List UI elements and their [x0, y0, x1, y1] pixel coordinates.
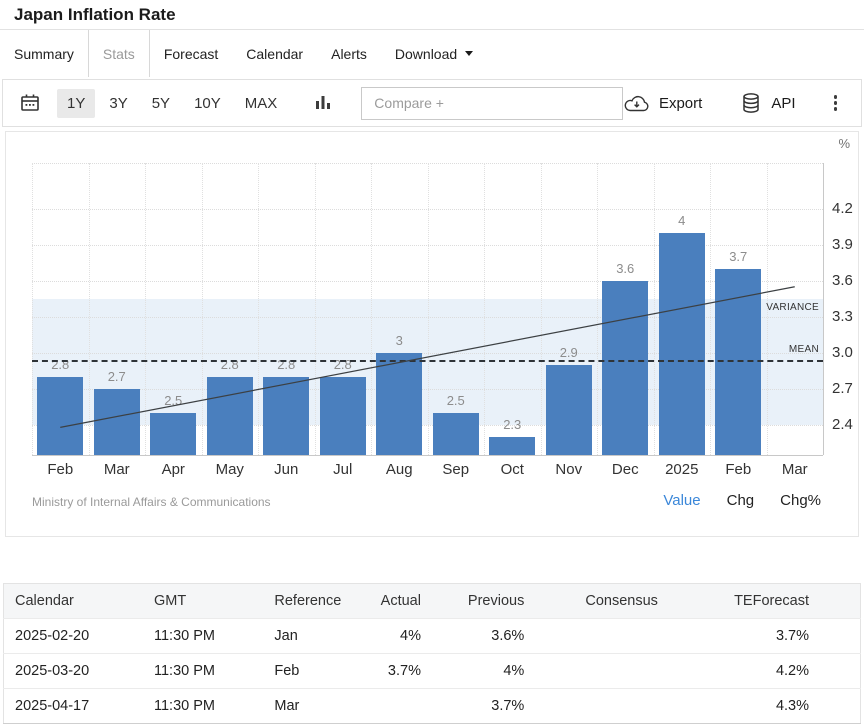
- table-cell: Mar: [263, 689, 377, 724]
- tab-stats[interactable]: Stats: [88, 30, 150, 77]
- column-header-reference: Reference: [263, 584, 377, 619]
- export-button[interactable]: Export: [623, 94, 702, 113]
- table-row: 2025-04-1711:30 PMMar 3.7% 4.3%: [4, 689, 861, 724]
- y-axis-tick-label: 4.2: [832, 200, 864, 217]
- tab-label: Forecast: [164, 46, 218, 62]
- table-row: 2025-03-2011:30 PMFeb3.7%4% 4.2%: [4, 654, 861, 689]
- table-cell: [378, 689, 432, 724]
- x-axis-line: [32, 455, 823, 456]
- table-cell: 4.2%: [704, 654, 861, 689]
- range-button-10y[interactable]: 10Y: [184, 89, 231, 118]
- table-cell: 11:30 PM: [143, 689, 263, 724]
- api-button[interactable]: API: [740, 92, 795, 114]
- x-axis-label: Mar: [89, 461, 146, 478]
- cloud-download-icon: [623, 94, 650, 113]
- page-header: Japan Inflation Rate: [0, 0, 864, 30]
- x-axis-label: May: [202, 461, 259, 478]
- column-header-gmt: GMT: [143, 584, 263, 619]
- x-axis-label: Jul: [315, 461, 372, 478]
- chart-plot-area: 2.8Feb2.7Mar2.5Apr2.8May2.8Jun2.8Jul3Aug…: [32, 163, 823, 455]
- export-label: Export: [659, 95, 702, 112]
- x-axis-label: Aug: [371, 461, 428, 478]
- y-axis-tick-label: 3.3: [832, 308, 864, 325]
- trend-line: [32, 163, 823, 455]
- x-axis-label: Mar: [767, 461, 824, 478]
- tab-label: Download: [395, 46, 457, 62]
- api-label: API: [771, 95, 795, 112]
- table-cell: 11:30 PM: [143, 619, 263, 654]
- tab-alerts[interactable]: Alerts: [317, 30, 381, 77]
- table-cell: [535, 689, 704, 724]
- x-axis-label: Sep: [428, 461, 485, 478]
- mode-link-chg[interactable]: Chg: [727, 492, 755, 509]
- kebab-menu-icon[interactable]: [830, 91, 842, 115]
- compare-input[interactable]: [361, 87, 623, 120]
- database-icon: [740, 92, 762, 114]
- x-axis-label: 2025: [654, 461, 711, 478]
- x-axis-label: Nov: [541, 461, 598, 478]
- y-axis-tick-label: 2.7: [832, 380, 864, 397]
- chart-toolbar: 1Y3Y5Y10YMAX Export API: [2, 79, 862, 127]
- column-chart-icon[interactable]: [313, 93, 333, 113]
- y-axis-tick-label: 3.6: [832, 272, 864, 289]
- table-cell: 2025-04-17: [4, 689, 143, 724]
- range-button-3y[interactable]: 3Y: [99, 89, 137, 118]
- column-header-teforecast: TEForecast: [704, 584, 861, 619]
- column-header-consensus: Consensus: [535, 584, 704, 619]
- table-cell: [535, 619, 704, 654]
- mode-link-chgpct[interactable]: Chg%: [780, 492, 821, 509]
- table-row: 2025-02-2011:30 PMJan4%3.6% 3.7%: [4, 619, 861, 654]
- y-axis-tick-label: 3.0: [832, 344, 864, 361]
- tab-summary[interactable]: Summary: [0, 30, 88, 77]
- table-cell: 3.6%: [432, 619, 535, 654]
- x-axis-label: Dec: [597, 461, 654, 478]
- range-button-1y[interactable]: 1Y: [57, 89, 95, 118]
- tab-label: Summary: [14, 46, 74, 62]
- range-button-max[interactable]: MAX: [235, 89, 288, 118]
- x-axis-label: Apr: [145, 461, 202, 478]
- x-axis-label: Feb: [32, 461, 89, 478]
- table-cell: Feb: [263, 654, 377, 689]
- table-cell: 2025-03-20: [4, 654, 143, 689]
- range-button-5y[interactable]: 5Y: [142, 89, 180, 118]
- x-axis-label: Jun: [258, 461, 315, 478]
- tab-calendar[interactable]: Calendar: [232, 30, 317, 77]
- table-cell: 4%: [432, 654, 535, 689]
- table-cell: [535, 654, 704, 689]
- chevron-down-icon: [465, 51, 473, 56]
- column-header-calendar: Calendar: [4, 584, 143, 619]
- y-axis-tick-label: 3.9: [832, 236, 864, 253]
- series-mode-links: Value Chg Chg%: [663, 492, 821, 509]
- x-axis-label: Feb: [710, 461, 767, 478]
- table-cell: 2025-02-20: [4, 619, 143, 654]
- table-cell: 11:30 PM: [143, 654, 263, 689]
- table-cell: 3.7%: [704, 619, 861, 654]
- table-cell: 4%: [378, 619, 432, 654]
- range-selector: 1Y3Y5Y10YMAX: [57, 89, 287, 118]
- tab-label: Stats: [103, 46, 135, 62]
- tab-download[interactable]: Download: [381, 30, 487, 77]
- source-attribution: Ministry of Internal Affairs & Communica…: [32, 495, 271, 509]
- table-cell: 3.7%: [378, 654, 432, 689]
- chart-card: % 2.8Feb2.7Mar2.5Apr2.8May2.8Jun2.8Jul3A…: [5, 131, 859, 537]
- calendar-table: CalendarGMTReferenceActualPreviousConsen…: [3, 583, 861, 724]
- tab-bar: Summary Stats Forecast Calendar Alerts Downlo…: [0, 30, 864, 77]
- table-cell: Jan: [263, 619, 377, 654]
- y-axis-unit: %: [838, 136, 850, 151]
- table-header-row: CalendarGMTReferenceActualPreviousConsen…: [4, 584, 861, 619]
- y-axis-line: [823, 163, 824, 455]
- table-cell: 4.3%: [704, 689, 861, 724]
- column-header-previous: Previous: [432, 584, 535, 619]
- page-title: Japan Inflation Rate: [14, 5, 176, 25]
- y-axis-tick-label: 2.4: [832, 416, 864, 433]
- tab-label: Calendar: [246, 46, 303, 62]
- column-header-actual: Actual: [378, 584, 432, 619]
- table-cell: 3.7%: [432, 689, 535, 724]
- mode-link-value[interactable]: Value: [663, 492, 700, 509]
- tab-label: Alerts: [331, 46, 367, 62]
- tab-forecast[interactable]: Forecast: [150, 30, 232, 77]
- x-axis-label: Oct: [484, 461, 541, 478]
- calendar-icon[interactable]: [19, 92, 41, 114]
